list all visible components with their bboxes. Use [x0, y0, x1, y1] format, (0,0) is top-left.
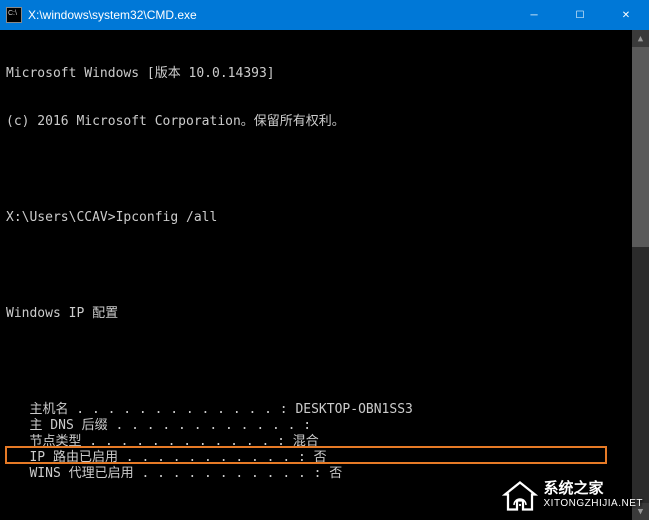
prompt-path: X:\Users\CCAV>: [6, 210, 116, 225]
ipconfig-row: 节点类型 . . . . . . . . . . . . : 混合: [6, 434, 626, 450]
ipconfig-row: IP 路由已启用 . . . . . . . . . . . : 否: [6, 450, 626, 466]
banner-line: Microsoft Windows [版本 10.0.14393]: [6, 66, 626, 82]
watermark: 系统之家 XITONGZHIJIA.NET: [502, 478, 644, 514]
ipconfig-row: 主机名 . . . . . . . . . . . . . : DESKTOP-…: [6, 402, 626, 418]
maximize-button[interactable]: ☐: [557, 0, 603, 30]
terminal-client: Microsoft Windows [版本 10.0.14393] (c) 20…: [0, 30, 649, 520]
scrollbar[interactable]: ▲ ▼: [632, 30, 649, 520]
titlebar: X:\windows\system32\CMD.exe ─ ☐ ✕: [0, 0, 649, 30]
terminal-output[interactable]: Microsoft Windows [版本 10.0.14393] (c) 20…: [0, 30, 632, 520]
section-ip-config: Windows IP 配置: [6, 306, 626, 322]
close-button[interactable]: ✕: [603, 0, 649, 30]
prompt-line: X:\Users\CCAV>Ipconfig /all: [6, 210, 626, 226]
window-title: X:\windows\system32\CMD.exe: [28, 8, 511, 22]
minimize-button[interactable]: ─: [511, 0, 557, 30]
scroll-up-arrow[interactable]: ▲: [632, 30, 649, 47]
ipconfig-row: 主 DNS 后缀 . . . . . . . . . . . . :: [6, 418, 626, 434]
copyright-line: (c) 2016 Microsoft Corporation。保留所有权利。: [6, 114, 626, 130]
watermark-name: 系统之家: [544, 481, 644, 496]
house-icon: [502, 478, 538, 514]
cmd-icon: [6, 7, 22, 23]
prompt-command: Ipconfig /all: [116, 210, 218, 225]
window-buttons: ─ ☐ ✕: [511, 0, 649, 30]
scroll-thumb[interactable]: [632, 47, 649, 247]
watermark-url: XITONGZHIJIA.NET: [544, 496, 644, 511]
